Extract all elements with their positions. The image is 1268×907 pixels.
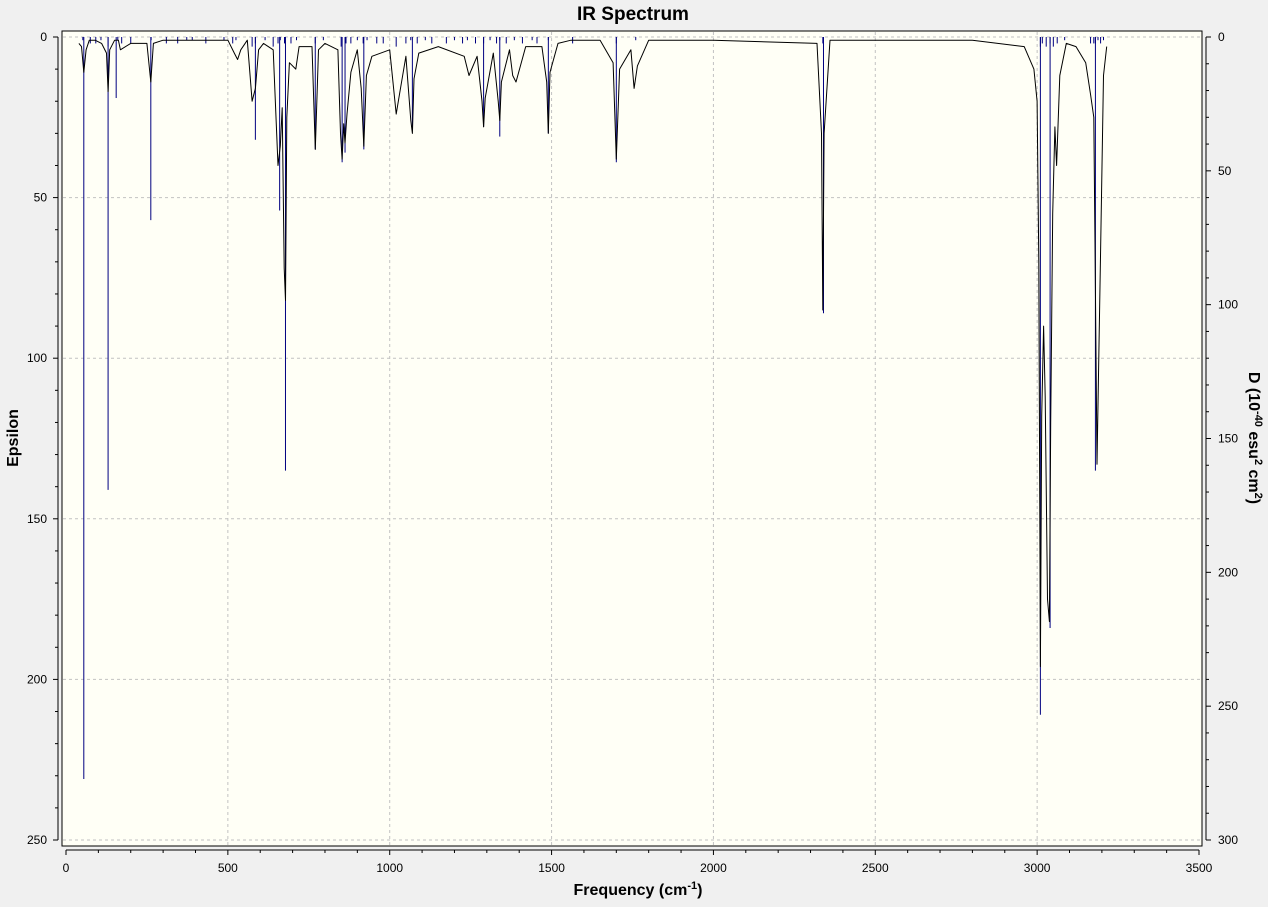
- y2-title-mid2: cm: [1245, 465, 1262, 493]
- y2-axis-title: D (10-40 esu2 cm2): [1245, 372, 1264, 504]
- y2-title-mid: esu: [1245, 427, 1262, 459]
- x-tick-label: 2500: [862, 861, 889, 875]
- y-tick-label: 250: [27, 833, 47, 847]
- x-tick-label: 500: [218, 861, 238, 875]
- y-tick-label: 100: [27, 351, 47, 365]
- x-tick-label: 1500: [538, 861, 565, 875]
- x-tick-label: 1000: [376, 861, 403, 875]
- y-axis-title: Epsilon: [5, 409, 22, 467]
- x-tick-label: 3500: [1186, 861, 1213, 875]
- x-axis-title-end: ): [697, 882, 702, 899]
- y2-tick-label: 300: [1218, 833, 1238, 847]
- x-tick-label: 0: [63, 861, 70, 875]
- x-tick-label: 2000: [700, 861, 727, 875]
- y2-tick-label: 200: [1218, 565, 1238, 579]
- x-axis-title-sup: -1: [687, 880, 697, 892]
- y-tick-label: 0: [40, 30, 47, 44]
- ir-spectrum-chart: 0 500 1000 1500 2000 2500 3000 3500 0 50 100 150 20…: [0, 0, 1268, 902]
- y2-title-prefix: D (10: [1245, 372, 1262, 411]
- x-axis-title: Frequency (cm-1): [574, 880, 703, 899]
- y2-title-end: ): [1245, 499, 1262, 504]
- y2-tick-label: 50: [1218, 164, 1232, 178]
- y2-tick-label: 150: [1218, 432, 1238, 446]
- y2-tick-label: 250: [1218, 699, 1238, 713]
- chart-title: IR Spectrum: [577, 4, 689, 25]
- x-axis-title-main: Frequency (cm: [574, 882, 688, 899]
- y-tick-label: 150: [27, 512, 47, 526]
- plot-area: [61, 30, 1203, 847]
- chart-svg: 0 500 1000 1500 2000 2500 3000 3500 05010015020…: [0, 0, 1268, 902]
- y2-tick-label: 100: [1218, 298, 1238, 312]
- y2-title-sup1: -40: [1252, 411, 1264, 427]
- y-tick-label: 200: [27, 672, 47, 686]
- y-tick-label: 50: [34, 191, 48, 205]
- y2-tick-label: 0: [1218, 30, 1225, 44]
- x-tick-label: 3000: [1024, 861, 1051, 875]
